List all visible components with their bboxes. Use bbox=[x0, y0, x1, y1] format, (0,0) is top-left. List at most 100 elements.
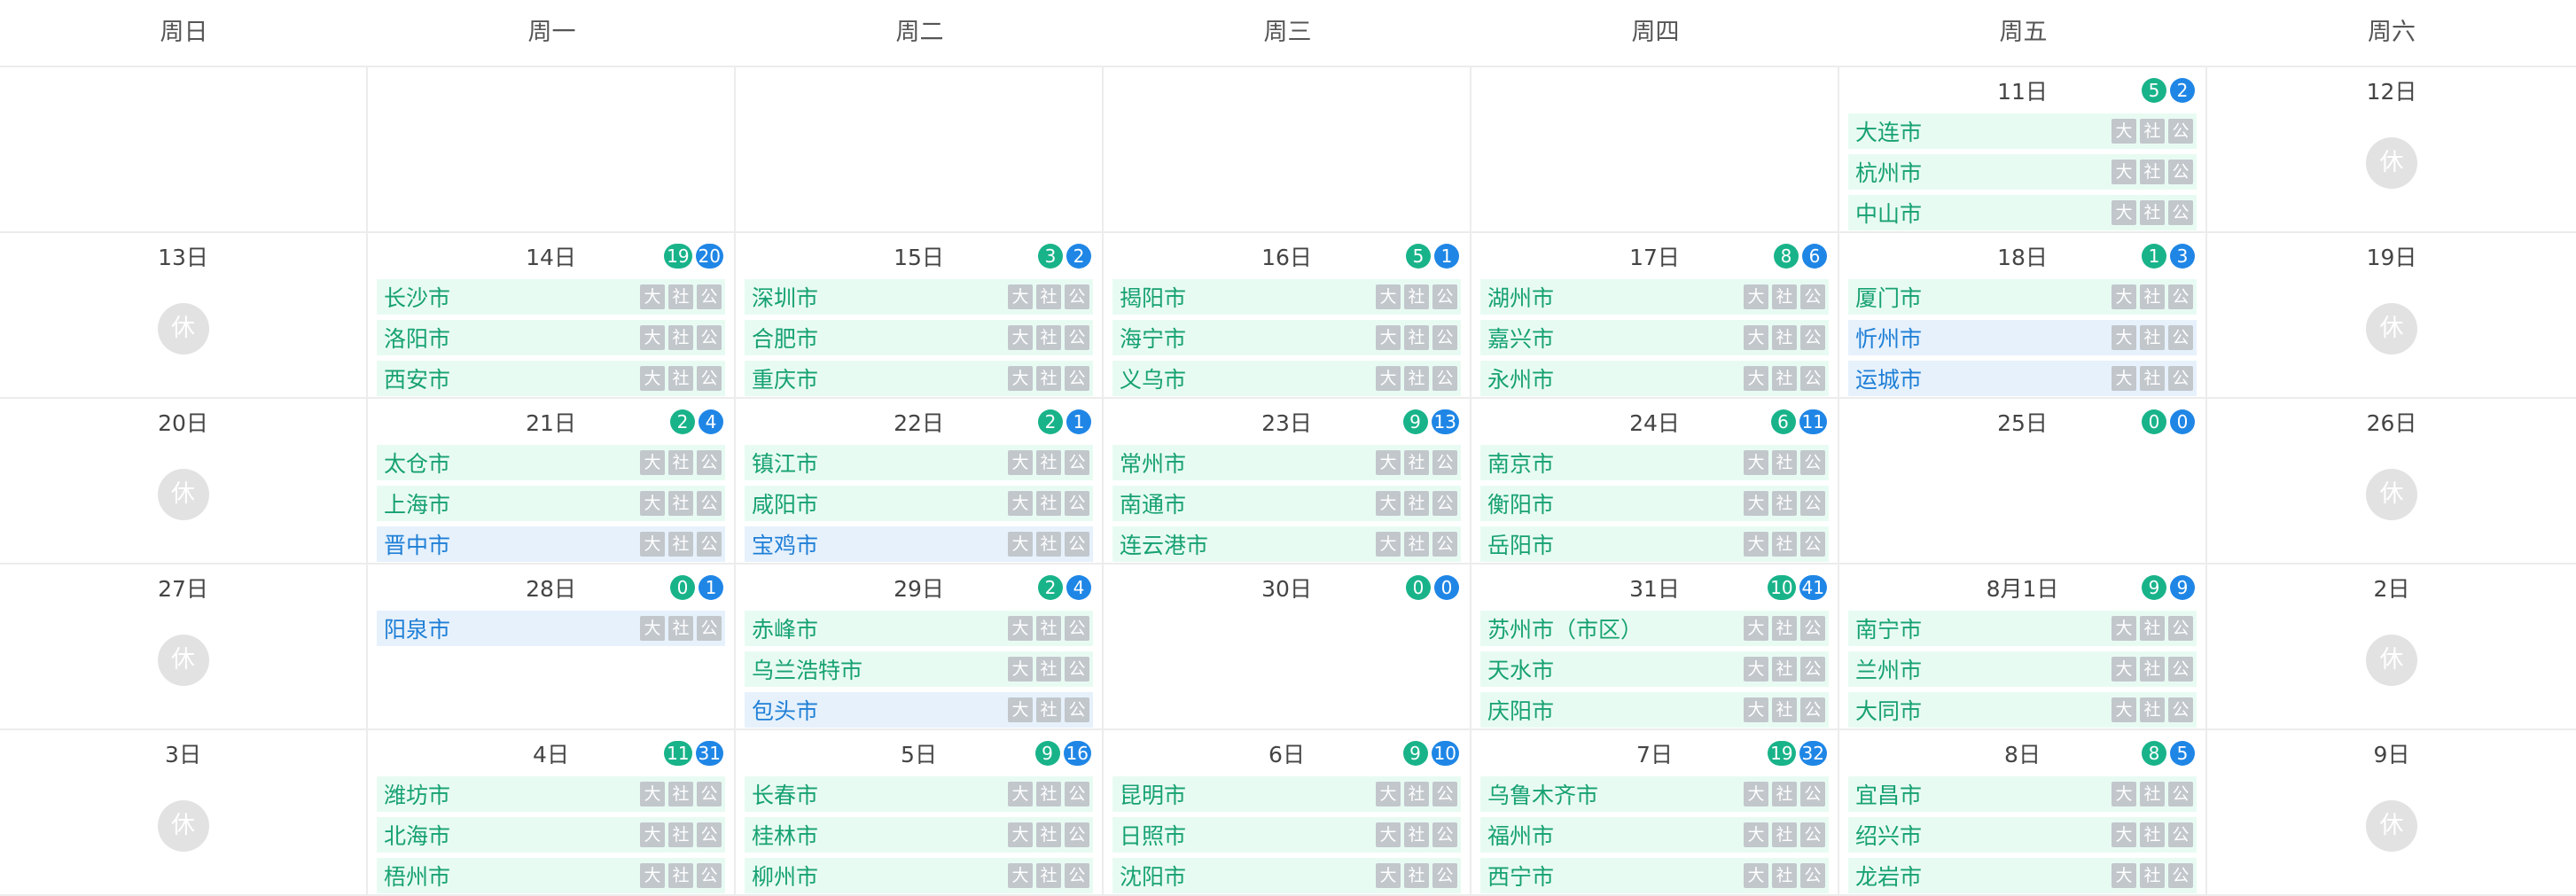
calendar-day-cell[interactable]: 8日 8 5 宜昌市大社公绍兴市大社公龙岩市大社公 bbox=[1839, 730, 2207, 894]
city-event[interactable]: 上海市 大社公 bbox=[377, 486, 725, 521]
city-event[interactable]: 南宁市 大社公 bbox=[1848, 611, 2197, 646]
calendar-day-cell[interactable]: 27日休 bbox=[0, 565, 368, 728]
event-tags: 大社公 bbox=[1744, 697, 1825, 722]
city-event[interactable]: 绍兴市 大社公 bbox=[1848, 817, 2197, 853]
calendar-day-cell[interactable]: 20日休 bbox=[0, 399, 368, 563]
city-event[interactable]: 湖州市 大社公 bbox=[1480, 279, 1829, 315]
city-event[interactable]: 梧州市 大社公 bbox=[377, 858, 725, 893]
city-event[interactable]: 福州市 大社公 bbox=[1480, 817, 1829, 853]
city-event[interactable]: 中山市 大社公 bbox=[1848, 195, 2197, 230]
city-event[interactable]: 揭阳市 大社公 bbox=[1112, 279, 1461, 315]
calendar-day-cell[interactable]: 3日休 bbox=[0, 730, 368, 894]
tag-badge: 公 bbox=[1065, 657, 1089, 682]
city-event[interactable]: 镇江市 大社公 bbox=[745, 445, 1093, 480]
city-event[interactable]: 太仓市 大社公 bbox=[377, 445, 725, 480]
city-event[interactable]: 大同市 大社公 bbox=[1848, 692, 2197, 728]
calendar-day-cell[interactable]: 7日 19 32 乌鲁木齐市大社公福州市大社公西宁市大社公 bbox=[1471, 730, 1839, 894]
event-tags: 大社公 bbox=[640, 822, 722, 847]
calendar-day-cell[interactable]: 14日 19 20 长沙市大社公洛阳市大社公西安市大社公 bbox=[368, 233, 736, 397]
city-event[interactable]: 西安市 大社公 bbox=[377, 361, 725, 396]
calendar-day-cell[interactable] bbox=[1471, 67, 1839, 231]
city-event[interactable]: 晋中市 大社公 bbox=[377, 526, 725, 562]
city-event[interactable]: 兰州市 大社公 bbox=[1848, 651, 2197, 687]
calendar-day-cell[interactable] bbox=[368, 67, 736, 231]
city-event[interactable]: 阳泉市 大社公 bbox=[377, 611, 725, 646]
calendar-day-cell[interactable]: 30日 0 0 bbox=[1104, 565, 1471, 728]
city-event[interactable]: 宜昌市 大社公 bbox=[1848, 776, 2197, 812]
city-event[interactable]: 海宁市 大社公 bbox=[1112, 320, 1461, 355]
calendar-day-cell[interactable]: 11日 5 2 大连市大社公杭州市大社公中山市大社公 bbox=[1839, 67, 2207, 231]
calendar-day-cell[interactable]: 9日休 bbox=[2207, 730, 2576, 894]
city-event[interactable]: 重庆市 大社公 bbox=[745, 361, 1093, 396]
city-event[interactable]: 洛阳市 大社公 bbox=[377, 320, 725, 355]
calendar-day-cell[interactable]: 17日 8 6 湖州市大社公嘉兴市大社公永州市大社公 bbox=[1471, 233, 1839, 397]
calendar-day-cell[interactable]: 15日 3 2 深圳市大社公合肥市大社公重庆市大社公 bbox=[736, 233, 1104, 397]
calendar-day-cell[interactable]: 26日休 bbox=[2207, 399, 2576, 563]
city-event[interactable]: 北海市 大社公 bbox=[377, 817, 725, 853]
blue-count-badge: 2 bbox=[2170, 78, 2195, 103]
calendar-day-cell[interactable]: 16日 5 1 揭阳市大社公海宁市大社公义乌市大社公 bbox=[1104, 233, 1471, 397]
city-event[interactable]: 长沙市 大社公 bbox=[377, 279, 725, 315]
calendar-day-cell[interactable]: 13日休 bbox=[0, 233, 368, 397]
city-event[interactable]: 赤峰市 大社公 bbox=[745, 611, 1093, 646]
city-event[interactable]: 沈阳市 大社公 bbox=[1112, 858, 1461, 893]
city-event[interactable]: 合肥市 大社公 bbox=[745, 320, 1093, 355]
tag-badge: 社 bbox=[668, 782, 693, 806]
city-name: 厦门市 bbox=[1855, 285, 1923, 311]
city-event[interactable]: 龙岩市 大社公 bbox=[1848, 858, 2197, 893]
calendar-day-cell[interactable]: 21日 2 4 太仓市大社公上海市大社公晋中市大社公 bbox=[368, 399, 736, 563]
city-event[interactable]: 常州市 大社公 bbox=[1112, 445, 1461, 480]
calendar-day-cell[interactable]: 18日 1 3 厦门市大社公忻州市大社公运城市大社公 bbox=[1839, 233, 2207, 397]
calendar-day-cell[interactable]: 22日 2 1 镇江市大社公咸阳市大社公宝鸡市大社公 bbox=[736, 399, 1104, 563]
city-event[interactable]: 乌兰浩特市 大社公 bbox=[745, 651, 1093, 687]
city-name: 运城市 bbox=[1855, 367, 1923, 393]
calendar-day-cell[interactable]: 28日 0 1 阳泉市大社公 bbox=[368, 565, 736, 728]
city-event[interactable]: 杭州市 大社公 bbox=[1848, 154, 2197, 190]
tag-badge: 大 bbox=[1008, 325, 1033, 350]
calendar-day-cell[interactable]: 12日休 bbox=[2207, 67, 2576, 231]
calendar-day-cell[interactable]: 5日 9 16 长春市大社公桂林市大社公柳州市大社公 bbox=[736, 730, 1104, 894]
calendar-day-cell[interactable]: 23日 9 13 常州市大社公南通市大社公连云港市大社公 bbox=[1104, 399, 1471, 563]
calendar-day-cell[interactable]: 24日 6 11 南京市大社公衡阳市大社公岳阳市大社公 bbox=[1471, 399, 1839, 563]
calendar-day-cell[interactable]: 2日休 bbox=[2207, 565, 2576, 728]
city-event[interactable]: 连云港市 大社公 bbox=[1112, 526, 1461, 562]
city-event[interactable]: 庆阳市 大社公 bbox=[1480, 692, 1829, 728]
calendar-day-cell[interactable] bbox=[0, 67, 368, 231]
city-event[interactable]: 南京市 大社公 bbox=[1480, 445, 1829, 480]
city-event[interactable]: 咸阳市 大社公 bbox=[745, 486, 1093, 521]
city-event[interactable]: 包头市 大社公 bbox=[745, 692, 1093, 728]
city-event[interactable]: 桂林市 大社公 bbox=[745, 817, 1093, 853]
city-event[interactable]: 西宁市 大社公 bbox=[1480, 858, 1829, 893]
city-event[interactable]: 潍坊市 大社公 bbox=[377, 776, 725, 812]
city-event[interactable]: 苏州市（市区） 大社公 bbox=[1480, 611, 1829, 646]
city-event[interactable]: 永州市 大社公 bbox=[1480, 361, 1829, 396]
day-number: 13日 bbox=[158, 245, 208, 270]
tag-badge: 社 bbox=[1772, 822, 1797, 847]
city-event[interactable]: 岳阳市 大社公 bbox=[1480, 526, 1829, 562]
city-event[interactable]: 长春市 大社公 bbox=[745, 776, 1093, 812]
calendar-day-cell[interactable]: 31日 10 41 苏州市（市区）大社公天水市大社公庆阳市大社公 bbox=[1471, 565, 1839, 728]
calendar-day-cell[interactable]: 4日 11 31 潍坊市大社公北海市大社公梧州市大社公 bbox=[368, 730, 736, 894]
city-event[interactable]: 宝鸡市 大社公 bbox=[745, 526, 1093, 562]
calendar-day-cell[interactable] bbox=[736, 67, 1104, 231]
city-event[interactable]: 嘉兴市 大社公 bbox=[1480, 320, 1829, 355]
city-event[interactable]: 运城市 大社公 bbox=[1848, 361, 2197, 396]
city-event[interactable]: 昆明市 大社公 bbox=[1112, 776, 1461, 812]
city-event[interactable]: 日照市 大社公 bbox=[1112, 817, 1461, 853]
city-event[interactable]: 乌鲁木齐市 大社公 bbox=[1480, 776, 1829, 812]
city-event[interactable]: 柳州市 大社公 bbox=[745, 858, 1093, 893]
city-event[interactable]: 大连市 大社公 bbox=[1848, 113, 2197, 149]
calendar-day-cell[interactable]: 29日 2 4 赤峰市大社公乌兰浩特市大社公包头市大社公 bbox=[736, 565, 1104, 728]
calendar-day-cell[interactable] bbox=[1104, 67, 1471, 231]
city-event[interactable]: 厦门市 大社公 bbox=[1848, 279, 2197, 315]
calendar-day-cell[interactable]: 25日 0 0 bbox=[1839, 399, 2207, 563]
calendar-day-cell[interactable]: 19日休 bbox=[2207, 233, 2576, 397]
city-event[interactable]: 义乌市 大社公 bbox=[1112, 361, 1461, 396]
city-event[interactable]: 衡阳市 大社公 bbox=[1480, 486, 1829, 521]
city-event[interactable]: 忻州市 大社公 bbox=[1848, 320, 2197, 355]
city-event[interactable]: 深圳市 大社公 bbox=[745, 279, 1093, 315]
city-event[interactable]: 南通市 大社公 bbox=[1112, 486, 1461, 521]
city-event[interactable]: 天水市 大社公 bbox=[1480, 651, 1829, 687]
calendar-day-cell[interactable]: 8月1日 9 9 南宁市大社公兰州市大社公大同市大社公 bbox=[1839, 565, 2207, 728]
calendar-day-cell[interactable]: 6日 9 10 昆明市大社公日照市大社公沈阳市大社公 bbox=[1104, 730, 1471, 894]
